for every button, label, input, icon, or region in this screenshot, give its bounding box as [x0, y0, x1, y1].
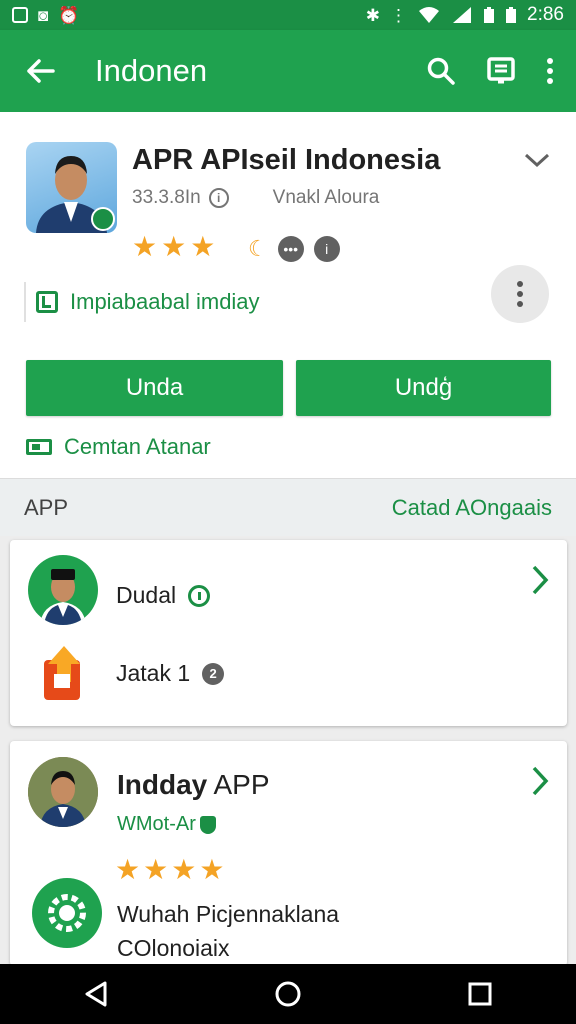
nav-home-button[interactable] [248, 964, 328, 1024]
page-title: Indonen [95, 53, 208, 88]
app-icon[interactable] [26, 142, 117, 233]
info-icon: 2 [202, 662, 225, 685]
app-bar: Indonen [0, 30, 576, 112]
content-link-label: Cemtan Atanar [64, 434, 211, 459]
verified-badge [91, 207, 115, 231]
star-icon: ★ [171, 854, 197, 885]
status-bar-notifications: ◙ ⏰ [12, 7, 79, 24]
list-item-label: Dudal [116, 582, 177, 608]
app-card[interactable]: Indday APP WMot-Ar ★ ★ ★ ★ Wuhah Picjenn… [10, 741, 567, 966]
app-description-line: Wuhah Picjennaklana [117, 901, 340, 927]
info-icon [188, 584, 211, 607]
battery-icon [484, 7, 495, 23]
navigation-bar [0, 964, 576, 1024]
status-time: 2:86 [527, 4, 564, 25]
feature-text: Impiabaabal imdiay [70, 289, 260, 314]
triangle-back-icon [85, 981, 107, 1007]
notification-icon [12, 7, 28, 23]
ticket-icon [26, 439, 52, 455]
signal-icon [453, 7, 472, 23]
app-description-line: COlonoiaix [117, 935, 230, 961]
checkbox-icon [36, 291, 58, 313]
star-icon: ★ [161, 231, 187, 262]
wifi-icon [419, 7, 440, 23]
nav-back-button[interactable] [56, 964, 136, 1024]
card-open-button[interactable] [531, 765, 549, 802]
bluetooth-icon: ✱ [365, 5, 381, 25]
star-icon: ★ [132, 231, 158, 262]
overflow-menu-button[interactable] [546, 57, 554, 85]
app-size: 33.3.8In [132, 187, 201, 208]
nav-recents-button[interactable] [440, 964, 520, 1024]
feature-row: Impiabaabal imdiay [24, 282, 260, 322]
app-title: APR APIseil Indonesia [132, 144, 441, 176]
person-avatar-icon [28, 757, 98, 827]
app-name-rest: APP [207, 769, 270, 800]
section-label: APP [24, 494, 69, 520]
shield-icon [199, 815, 216, 834]
square-recents-icon [468, 982, 492, 1006]
search-button[interactable] [426, 56, 456, 86]
list-item-label: Jatak 1 [116, 660, 191, 686]
person-avatar-icon [40, 569, 86, 625]
chevron-down-icon [524, 153, 550, 168]
chevron-right-icon [532, 766, 549, 796]
status-bar-system: ✱ ⋮ 2:86 [366, 4, 564, 26]
star-icon: ★ [190, 231, 216, 262]
section-action-link[interactable]: Catad AOngaais [392, 495, 552, 521]
more-vert-icon [517, 281, 523, 307]
chevron-right-icon [532, 565, 549, 595]
card-open-button[interactable] [531, 564, 549, 601]
gear-icon [32, 878, 102, 948]
back-button[interactable] [0, 58, 80, 84]
screen-icon [487, 57, 515, 84]
app-developer[interactable]: Vnakl Aloura [273, 187, 380, 209]
camera-notification-icon: ◙ [38, 5, 49, 25]
section-header: APP Catad AOngaais [0, 478, 576, 536]
avatar[interactable] [28, 555, 98, 625]
app-name: Indday APP [117, 769, 270, 801]
star-icon: ★ [115, 854, 141, 885]
chat-icon: ••• [277, 236, 304, 262]
back-arrow-icon [27, 59, 55, 83]
battery-icon-2 [506, 7, 517, 23]
app-name-bold: Indday [117, 769, 208, 800]
developer-name: WMot-Ar [117, 813, 196, 835]
circle-home-icon [275, 981, 301, 1007]
info-icon[interactable]: i [208, 188, 229, 208]
half-star-icon: ☾ [248, 236, 268, 261]
status-bar: ◙ ⏰ ✱ ⋮ 2:86 [0, 0, 576, 30]
primary-button[interactable]: Unda [26, 360, 283, 416]
info-badge-icon: i [313, 236, 340, 262]
upload-icon [40, 644, 88, 702]
app-rating: ★ ★ ★ ★ [115, 853, 224, 886]
rating-extras: ☾ ••• i [248, 236, 340, 262]
star-icon: ★ [199, 854, 225, 885]
secondary-button[interactable]: Undģ [296, 360, 551, 416]
app-rating: ★ ★ ★ [132, 230, 215, 263]
developer-label: WMot-Ar [117, 813, 216, 836]
list-card: Dudal Jatak 1 2 [10, 540, 567, 726]
more-options-button[interactable] [491, 265, 549, 323]
screen-button[interactable] [486, 56, 516, 86]
content-link[interactable]: Cemtan Atanar [26, 434, 211, 460]
list-item[interactable]: Dudal [116, 582, 211, 609]
more-vert-icon [547, 58, 553, 84]
star-icon: ★ [143, 854, 169, 885]
avatar[interactable] [28, 757, 98, 827]
app-header: APR APIseil Indonesia 33.3.8In i Vnakl A… [0, 112, 576, 478]
vibrate-icon: ⋮ [390, 5, 408, 25]
alarm-notification-icon: ⏰ [58, 5, 80, 25]
app-meta: 33.3.8In i Vnakl Aloura [132, 187, 379, 209]
expand-button[interactable] [524, 152, 550, 168]
list-item[interactable]: Jatak 1 2 [116, 660, 225, 687]
search-icon [427, 57, 455, 85]
